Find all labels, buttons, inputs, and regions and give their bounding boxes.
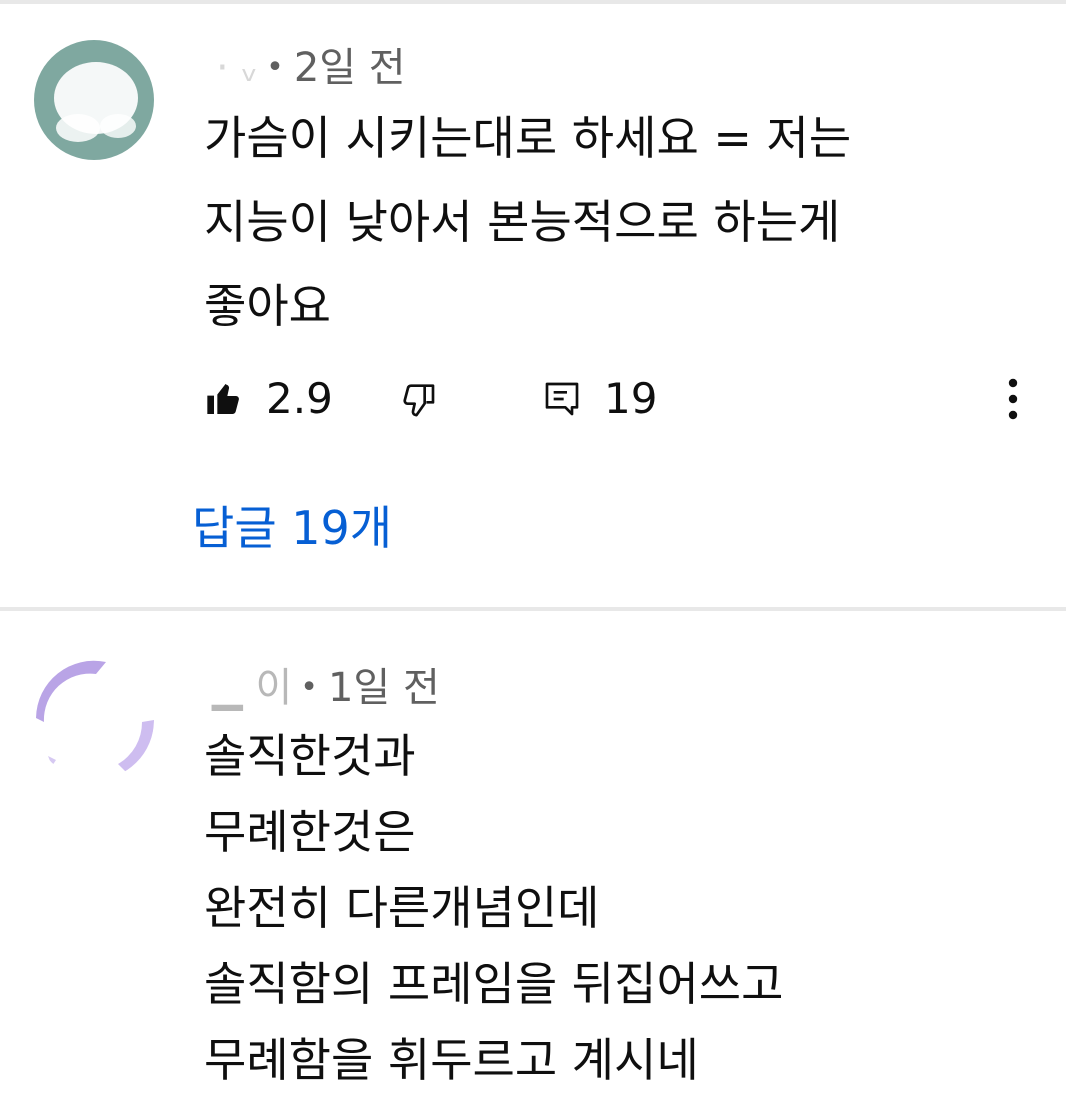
thumbs-up-filled-icon [207,384,239,414]
avatar-blur-icon [36,660,154,772]
meta-separator: • [300,670,318,705]
reply-count: 19 [604,374,658,423]
meta-separator: • [266,50,284,85]
like-count: 2.9 [266,374,333,423]
comment-2-avatar[interactable] [34,660,154,780]
comment-1-text: 가슴이 시키는대로 하세요 = 저는 지능이 낮아서 본능적으로 하는게 좋아요 [204,111,852,333]
dislike-button[interactable] [398,364,438,434]
top-divider [0,0,1066,4]
more-options-button[interactable] [998,364,1028,434]
comment-1-time: 2일 전 [293,45,406,91]
view-replies-link[interactable]: 답글 19개 [192,505,392,551]
comment-1-author[interactable]: · ᵥ [216,48,258,88]
comment-1-actions: 2.9 19 [204,364,1034,434]
more-vertical-icon [1008,378,1018,420]
thumbs-down-outline-icon [403,384,435,417]
avatar-blur-icon [54,62,138,142]
comment-2-time: 1일 전 [327,665,440,711]
comment-icon [545,382,579,416]
reply-button[interactable]: 19 [542,364,657,434]
like-button[interactable]: 2.9 [204,364,333,434]
comment-2-meta: ▁ 이 • 1일 전 [212,668,440,708]
comment-2-author[interactable]: ▁ 이 [212,668,292,708]
comment-1-meta: · ᵥ • 2일 전 [216,48,406,88]
comment-divider [0,607,1066,611]
comment-2-text: 솔직한것과 무례한것은 완전히 다른개념인데 솔직함의 프레임을 뒤집어쓰고 무… [204,729,784,1087]
comment-1-avatar[interactable] [34,40,154,160]
